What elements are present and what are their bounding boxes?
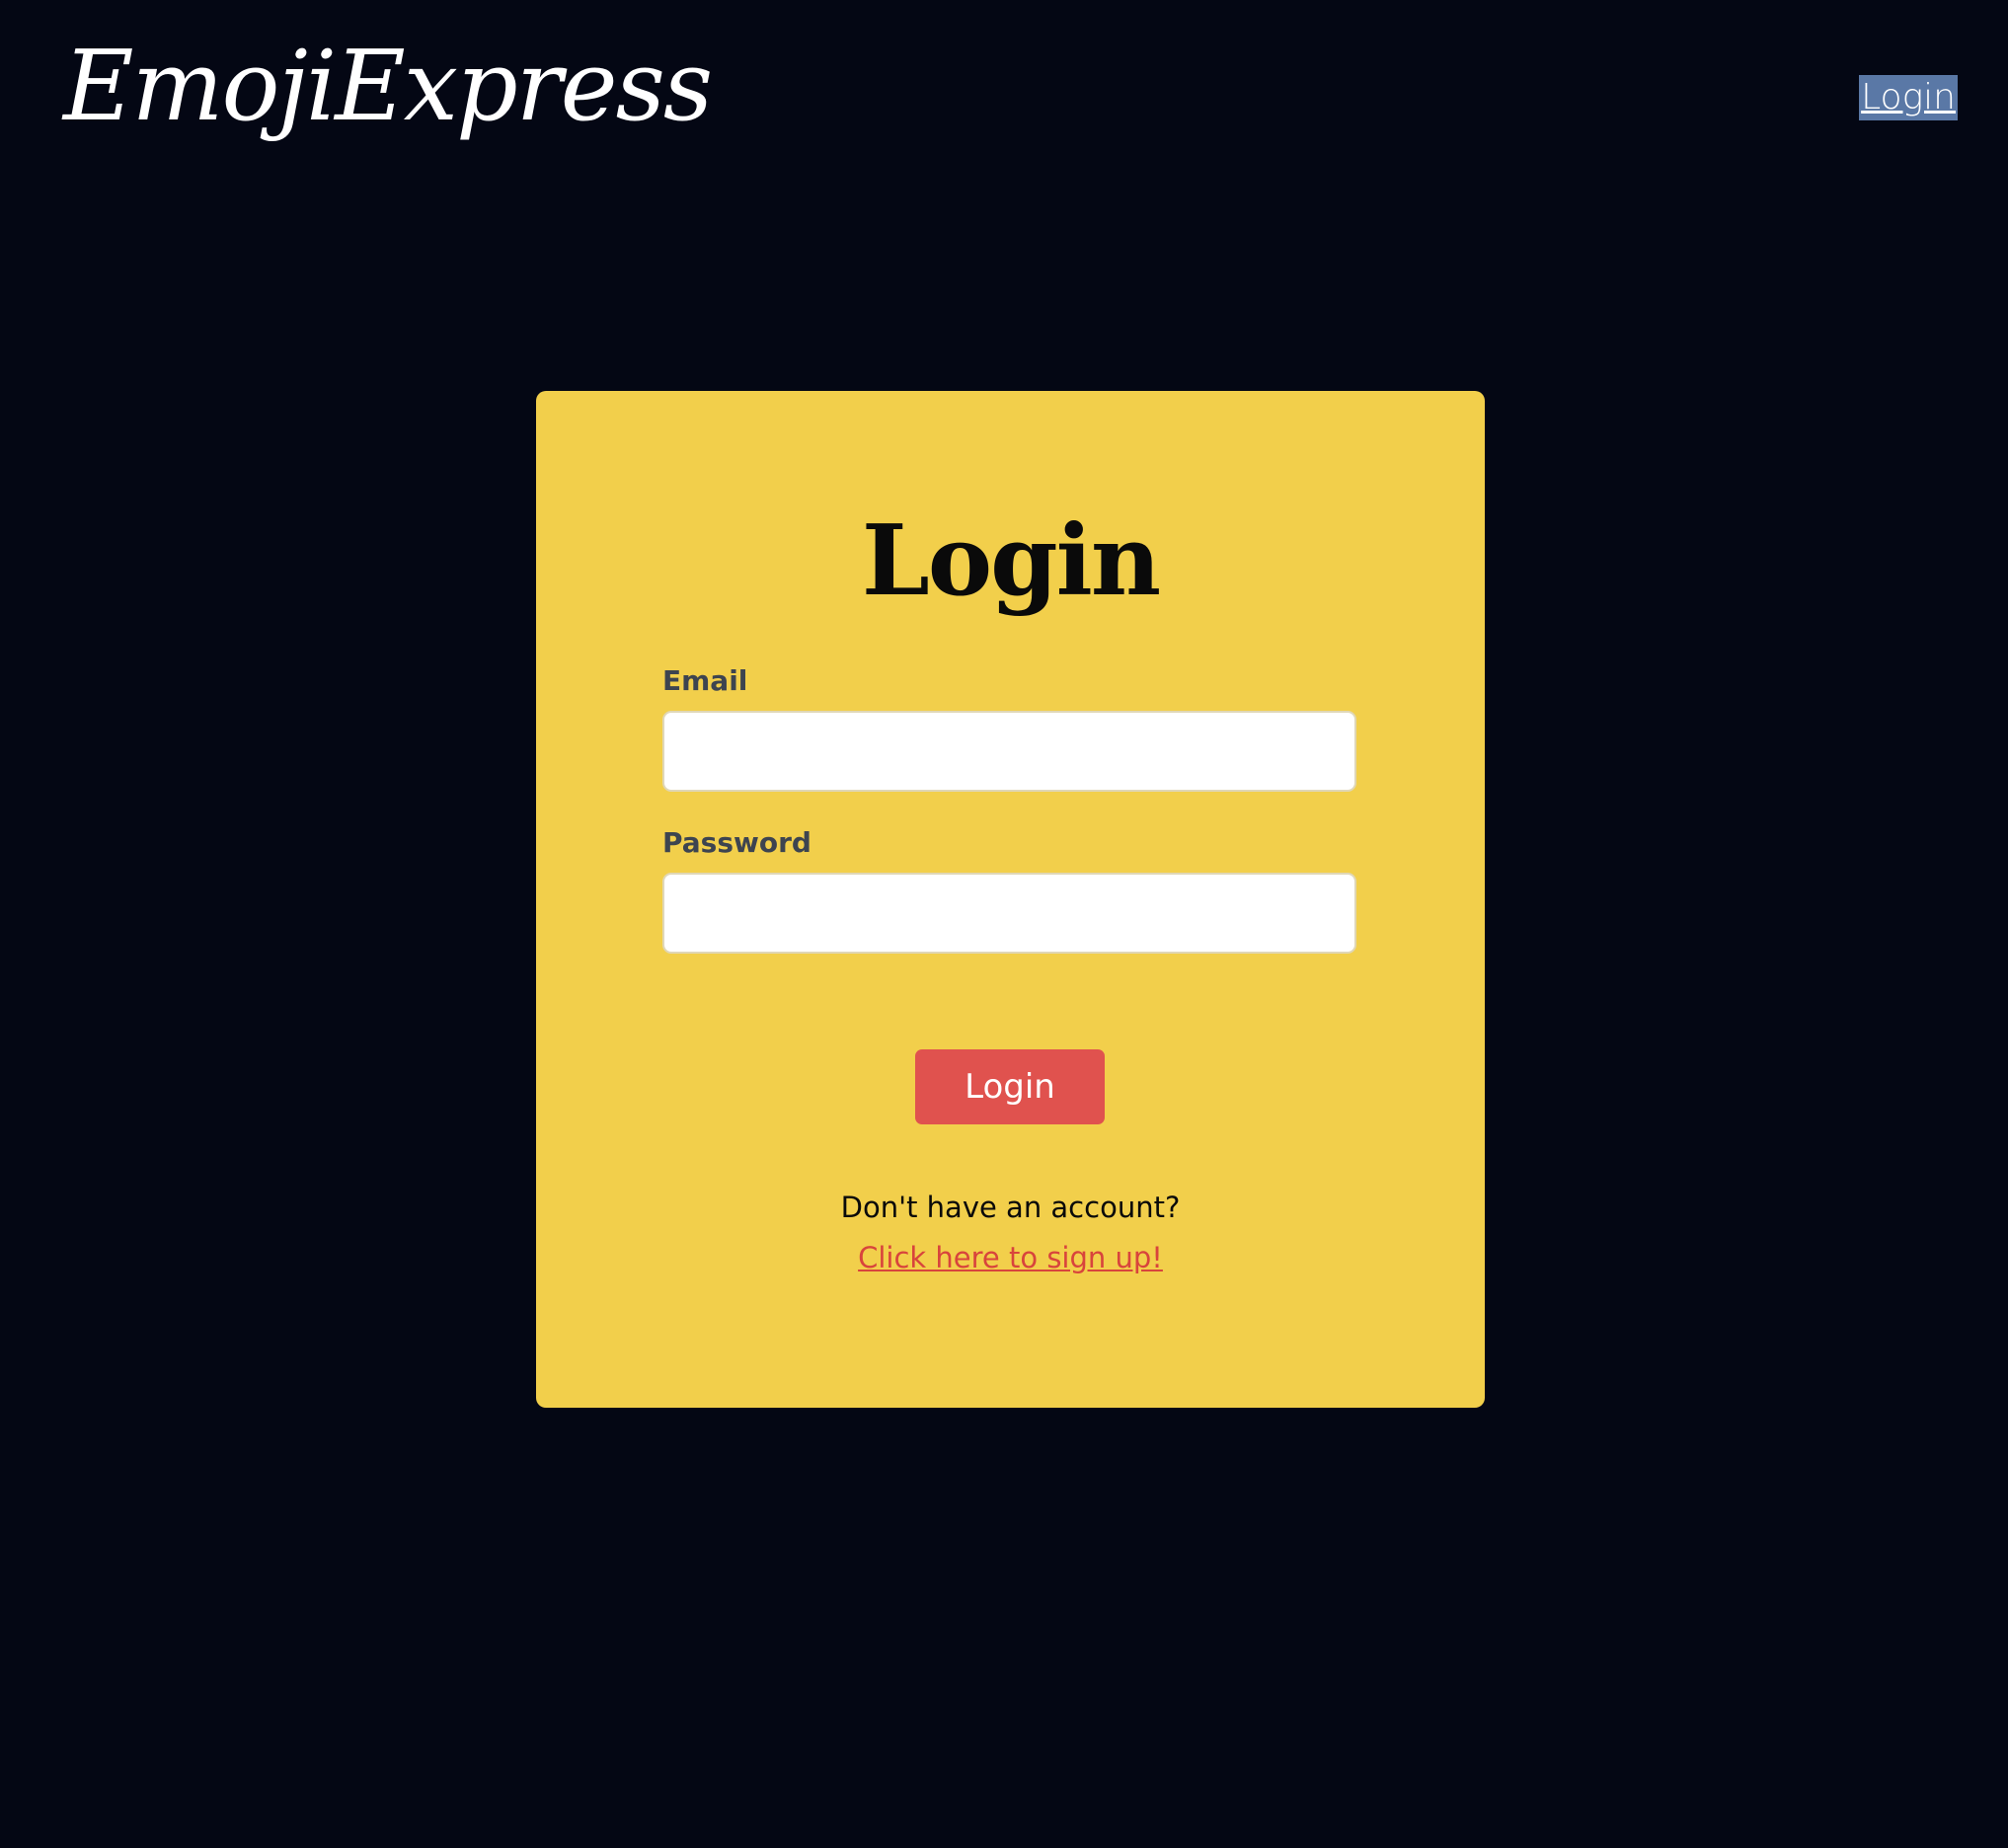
brand-logo[interactable]: EmojiExpress [63,30,713,146]
login-submit-button[interactable]: Login [915,1049,1105,1124]
signup-link[interactable]: Click here to sign up! [536,1241,1485,1274]
page-title: Login [861,504,1161,618]
password-field[interactable] [662,873,1356,954]
no-account-text: Don't have an account? [840,1191,1181,1224]
nav-login-link[interactable]: Login [1859,75,1958,120]
email-field[interactable] [662,711,1356,792]
password-label: Password [662,826,811,859]
email-label: Email [662,664,748,697]
